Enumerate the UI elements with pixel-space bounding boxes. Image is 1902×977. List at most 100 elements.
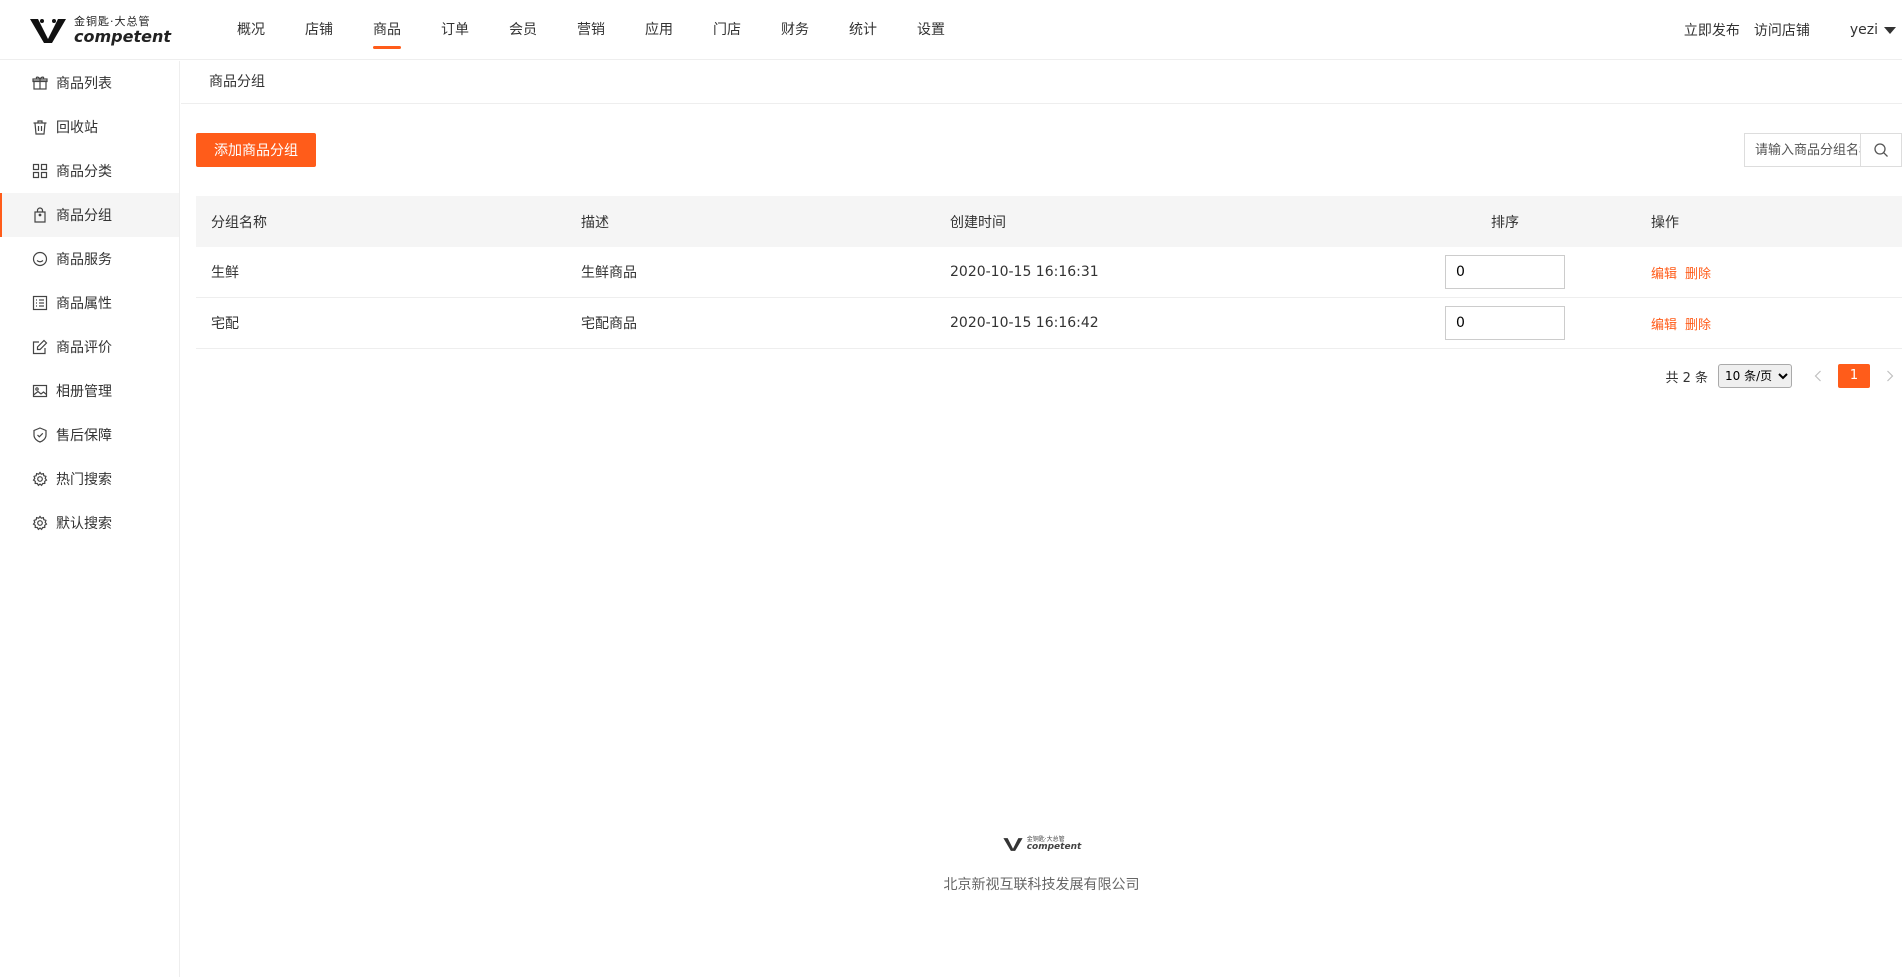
header-created: 创建时间	[950, 214, 1006, 231]
table-row: 宅配 宅配商品 2020-10-15 16:16:42 编辑 删除	[196, 298, 1902, 349]
sort-input[interactable]	[1445, 255, 1565, 289]
visit-store-link[interactable]: 访问店铺	[1754, 20, 1810, 40]
gear-icon	[31, 470, 49, 488]
company-name: 北京新视互联科技发展有限公司	[943, 877, 1140, 893]
footer-brand-en: competent	[1026, 841, 1082, 852]
header-actions: 立即发布 访问店铺 yezi	[1684, 0, 1902, 60]
page-number-current[interactable]: 1	[1838, 364, 1870, 388]
gear-icon	[31, 514, 49, 532]
nav-members[interactable]: 会员	[509, 0, 577, 60]
brand-logo[interactable]: 金铜匙·大总管 competent	[28, 14, 171, 46]
logo-mark-icon	[30, 19, 66, 43]
sidebar-item-group[interactable]: 商品分组	[0, 193, 179, 237]
cell-actions: 编辑 删除	[1605, 263, 1902, 282]
chevron-right-icon	[1887, 370, 1894, 382]
next-page-button[interactable]	[1878, 363, 1902, 389]
delete-link[interactable]: 删除	[1685, 314, 1711, 333]
sidebar-item-label: 商品分类	[56, 164, 112, 180]
nav-stats[interactable]: 统计	[849, 0, 917, 60]
gift-icon	[31, 74, 49, 92]
nav-settings[interactable]: 设置	[917, 0, 985, 60]
search-icon	[1874, 143, 1888, 157]
nav-marketing[interactable]: 营销	[577, 0, 645, 60]
grid-icon	[31, 162, 49, 180]
sidebar-item-label: 商品分组	[56, 208, 112, 224]
sidebar-item-label: 回收站	[56, 120, 98, 136]
nav-active-indicator	[373, 46, 401, 49]
cell-desc: 生鲜商品	[581, 265, 637, 281]
cell-actions: 编辑 删除	[1605, 314, 1902, 333]
breadcrumb: 商品分组	[181, 61, 1902, 104]
sidebar-item-reviews[interactable]: 商品评价	[0, 325, 179, 369]
shield-icon	[31, 426, 49, 444]
header-desc: 描述	[581, 214, 609, 231]
header-name: 分组名称	[211, 214, 267, 231]
sidebar-item-category[interactable]: 商品分类	[0, 149, 179, 193]
cell-name: 生鲜	[211, 265, 239, 281]
cell-created: 2020-10-15 16:16:42	[950, 315, 1099, 331]
list-icon	[31, 294, 49, 312]
cell-created: 2020-10-15 16:16:31	[950, 264, 1099, 280]
search-button[interactable]	[1860, 134, 1901, 166]
add-group-button[interactable]: 添加商品分组	[196, 133, 316, 167]
sidebar-item-recycle[interactable]: 回收站	[0, 105, 179, 149]
username: yezi	[1849, 22, 1878, 38]
sidebar-item-label: 商品服务	[56, 252, 112, 268]
top-header: 金铜匙·大总管 competent 概况 店铺 商品 订单 会员 营销 应用 门…	[0, 0, 1902, 60]
main-nav: 概况 店铺 商品 订单 会员 营销 应用 门店 财务 统计 设置	[237, 0, 985, 60]
trash-icon	[31, 118, 49, 136]
sidebar-item-label: 商品属性	[56, 296, 112, 312]
total-count: 共 2 条	[1665, 370, 1708, 386]
sort-input[interactable]	[1445, 306, 1565, 340]
delete-link[interactable]: 删除	[1685, 263, 1711, 282]
nav-shops[interactable]: 门店	[713, 0, 781, 60]
cell-sort	[1405, 306, 1605, 340]
user-menu[interactable]: yezi	[1850, 22, 1896, 38]
nav-goods[interactable]: 商品	[373, 0, 441, 60]
header-actions: 操作	[1651, 214, 1679, 231]
caret-down-icon	[1884, 26, 1896, 34]
sidebar-item-label: 热门搜索	[56, 472, 112, 488]
footer-logo-mark-icon	[1003, 838, 1023, 851]
sidebar-item-label: 售后保障	[56, 428, 112, 444]
cell-desc: 宅配商品	[581, 316, 637, 332]
image-icon	[31, 382, 49, 400]
bag-icon	[31, 206, 49, 224]
edit-icon	[31, 338, 49, 356]
cell-name: 宅配	[211, 316, 239, 332]
nav-overview[interactable]: 概况	[237, 0, 305, 60]
sidebar-item-service[interactable]: 商品服务	[0, 237, 179, 281]
group-table: 分组名称 描述 创建时间 排序 操作 生鲜 生鲜商品 2020-10-15 16…	[196, 196, 1902, 349]
pagination: 共 2 条 10 条/页 1	[1665, 363, 1902, 389]
edit-link[interactable]: 编辑	[1651, 263, 1677, 282]
footer-logo: 金铜匙·大总管 competent	[1002, 836, 1082, 852]
brand-en: competent	[74, 26, 171, 46]
header-sort: 排序	[1491, 214, 1519, 231]
sidebar-item-label: 默认搜索	[56, 516, 112, 532]
prev-page-button[interactable]	[1806, 363, 1830, 389]
publish-link[interactable]: 立即发布	[1684, 20, 1740, 40]
sidebar-item-album[interactable]: 相册管理	[0, 369, 179, 413]
nav-orders[interactable]: 订单	[441, 0, 509, 60]
search-input[interactable]	[1745, 134, 1860, 166]
nav-apps[interactable]: 应用	[645, 0, 713, 60]
brand-cn: 金铜匙·大总管	[74, 14, 151, 28]
sidebar-item-attributes[interactable]: 商品属性	[0, 281, 179, 325]
cell-sort	[1405, 255, 1605, 289]
edit-link[interactable]: 编辑	[1651, 314, 1677, 333]
page-size-select[interactable]: 10 条/页	[1718, 364, 1792, 388]
sidebar-item-label: 商品列表	[56, 76, 112, 92]
table-header: 分组名称 描述 创建时间 排序 操作	[196, 196, 1902, 247]
nav-store[interactable]: 店铺	[305, 0, 373, 60]
nav-finance[interactable]: 财务	[781, 0, 849, 60]
sidebar-item-hot-search[interactable]: 热门搜索	[0, 457, 179, 501]
table-row: 生鲜 生鲜商品 2020-10-15 16:16:31 编辑 删除	[196, 247, 1902, 298]
sidebar-item-label: 相册管理	[56, 384, 112, 400]
sidebar-item-goods-list[interactable]: 商品列表	[0, 61, 179, 105]
sidebar-item-aftersale[interactable]: 售后保障	[0, 413, 179, 457]
footer: 金铜匙·大总管 competent 北京新视互联科技发展有限公司	[181, 836, 1902, 894]
sidebar-item-label: 商品评价	[56, 340, 112, 356]
sidebar-item-default-search[interactable]: 默认搜索	[0, 501, 179, 545]
search-box	[1744, 133, 1902, 167]
sidebar: 商品列表 回收站 商品分类 商品分组 商品服务 商品属性 商品评价 相册管理 售…	[0, 61, 180, 977]
